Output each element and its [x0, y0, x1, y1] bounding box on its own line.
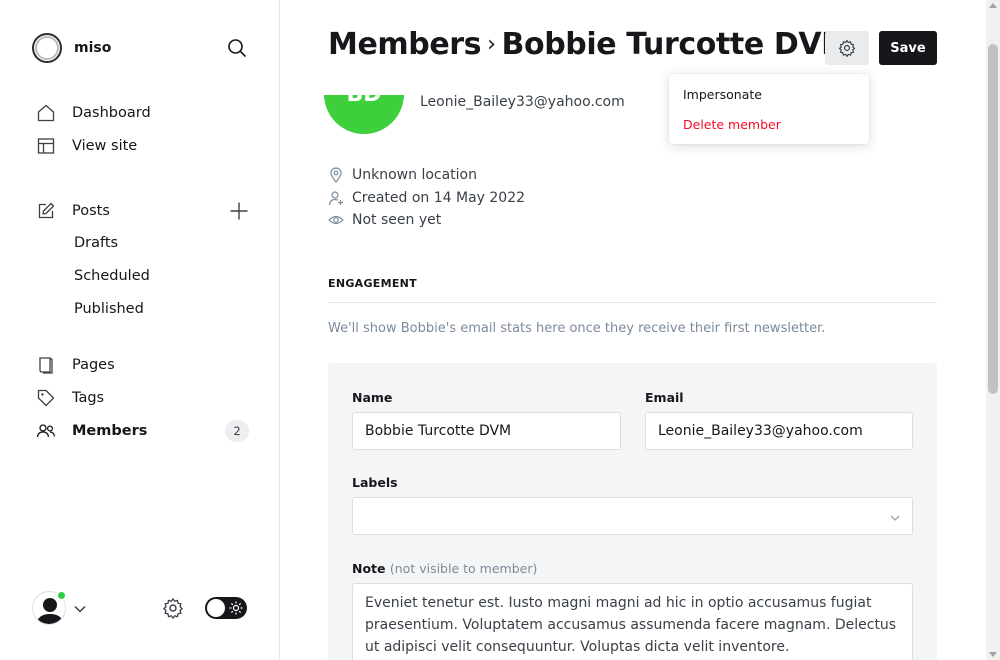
email-label: Email — [645, 390, 684, 405]
breadcrumb-separator: › — [487, 32, 496, 57]
name-label: Name — [352, 390, 393, 405]
save-button[interactable]: Save — [879, 31, 937, 65]
user-avatar[interactable] — [32, 590, 67, 625]
sidebar-item-label: Dashboard — [72, 105, 151, 121]
sidebar-item-members[interactable]: Members — [36, 418, 147, 444]
location-pin-icon — [328, 167, 344, 183]
sidebar: miso Dashboard View site Posts Drafts Sc… — [0, 0, 280, 660]
scroll-up-arrow-icon[interactable] — [989, 3, 997, 8]
sidebar-item-drafts[interactable]: Drafts — [74, 235, 118, 251]
scroll-down-arrow-icon[interactable] — [989, 652, 997, 657]
user-add-icon — [328, 190, 344, 206]
member-created: Created on 14 May 2022 — [328, 190, 525, 206]
page-scrollbar[interactable] — [986, 0, 1000, 660]
sun-icon — [228, 600, 244, 616]
divider — [328, 302, 937, 303]
sidebar-item-label: Members — [72, 423, 148, 439]
tag-icon — [36, 388, 56, 408]
sidebar-item-posts[interactable]: Posts — [36, 198, 110, 224]
sidebar-item-label: Pages — [72, 357, 115, 373]
sidebar-item-label: Posts — [72, 203, 110, 219]
page-title: Members › Bobbie Turcotte DVM — [328, 27, 851, 62]
search-icon[interactable] — [226, 37, 248, 59]
member-email: Leonie_Bailey33@yahoo.com — [420, 94, 625, 110]
members-icon — [36, 421, 56, 441]
edit-icon — [36, 201, 56, 221]
seen-text: Not seen yet — [352, 212, 442, 228]
dark-mode-toggle[interactable] — [205, 597, 247, 619]
member-settings-button[interactable] — [825, 31, 869, 65]
sidebar-item-dashboard[interactable]: Dashboard — [36, 100, 151, 126]
sidebar-item-label: Tags — [72, 390, 105, 406]
chevron-down-icon — [888, 510, 902, 524]
member-initials: BD — [346, 82, 382, 107]
member-actions-menu: Impersonate Delete member — [669, 74, 869, 144]
labels-select[interactable] — [352, 497, 913, 535]
site-logo — [32, 33, 62, 63]
layout-icon — [36, 136, 56, 156]
main-content: BD Members › Bobbie Turcotte DVM Save Le… — [280, 0, 986, 660]
name-field[interactable] — [352, 412, 621, 450]
chevron-down-icon[interactable] — [73, 601, 87, 615]
sidebar-item-published[interactable]: Published — [74, 301, 144, 317]
member-location: Unknown location — [328, 167, 477, 183]
labels-label: Labels — [352, 475, 398, 490]
note-hint: (not visible to member) — [389, 561, 538, 576]
email-field[interactable] — [645, 412, 913, 450]
eye-icon — [328, 212, 344, 228]
sidebar-item-pages[interactable]: Pages — [36, 352, 115, 378]
sidebar-item-scheduled[interactable]: Scheduled — [74, 268, 150, 284]
gear-icon[interactable] — [162, 597, 184, 619]
member-details-form: Name Email Labels Note (not visible to m… — [328, 363, 937, 660]
note-label-text: Note — [352, 561, 386, 576]
page-icon — [36, 355, 56, 375]
created-text: Created on 14 May 2022 — [352, 190, 526, 206]
toggle-knob — [207, 599, 225, 617]
note-label: Note (not visible to member) — [352, 561, 537, 576]
engagement-heading: ENGAGEMENT — [328, 277, 417, 290]
delete-member-menu-item[interactable]: Delete member — [683, 117, 781, 132]
members-count-badge: 2 — [225, 420, 249, 442]
new-post-plus-icon[interactable] — [229, 201, 249, 221]
member-avatar: BD — [324, 54, 404, 134]
home-icon — [36, 103, 56, 123]
sidebar-item-view-site[interactable]: View site — [36, 133, 137, 159]
scrollbar-thumb[interactable] — [988, 44, 998, 394]
site-name: miso — [74, 40, 112, 56]
member-name-title: Bobbie Turcotte DVM — [501, 27, 851, 62]
impersonate-menu-item[interactable]: Impersonate — [683, 87, 762, 102]
breadcrumb-members[interactable]: Members — [328, 27, 482, 62]
note-textarea[interactable]: Eveniet tenetur est. Iusto magni magni a… — [352, 583, 913, 660]
engagement-message: We'll show Bobbie's email stats here onc… — [328, 321, 826, 336]
sidebar-item-tags[interactable]: Tags — [36, 385, 104, 411]
gear-icon — [838, 39, 856, 57]
location-text: Unknown location — [352, 167, 477, 183]
sidebar-item-label: View site — [72, 138, 138, 154]
member-last-seen: Not seen yet — [328, 212, 441, 228]
brand[interactable]: miso — [32, 33, 111, 63]
online-status-dot — [56, 590, 67, 601]
